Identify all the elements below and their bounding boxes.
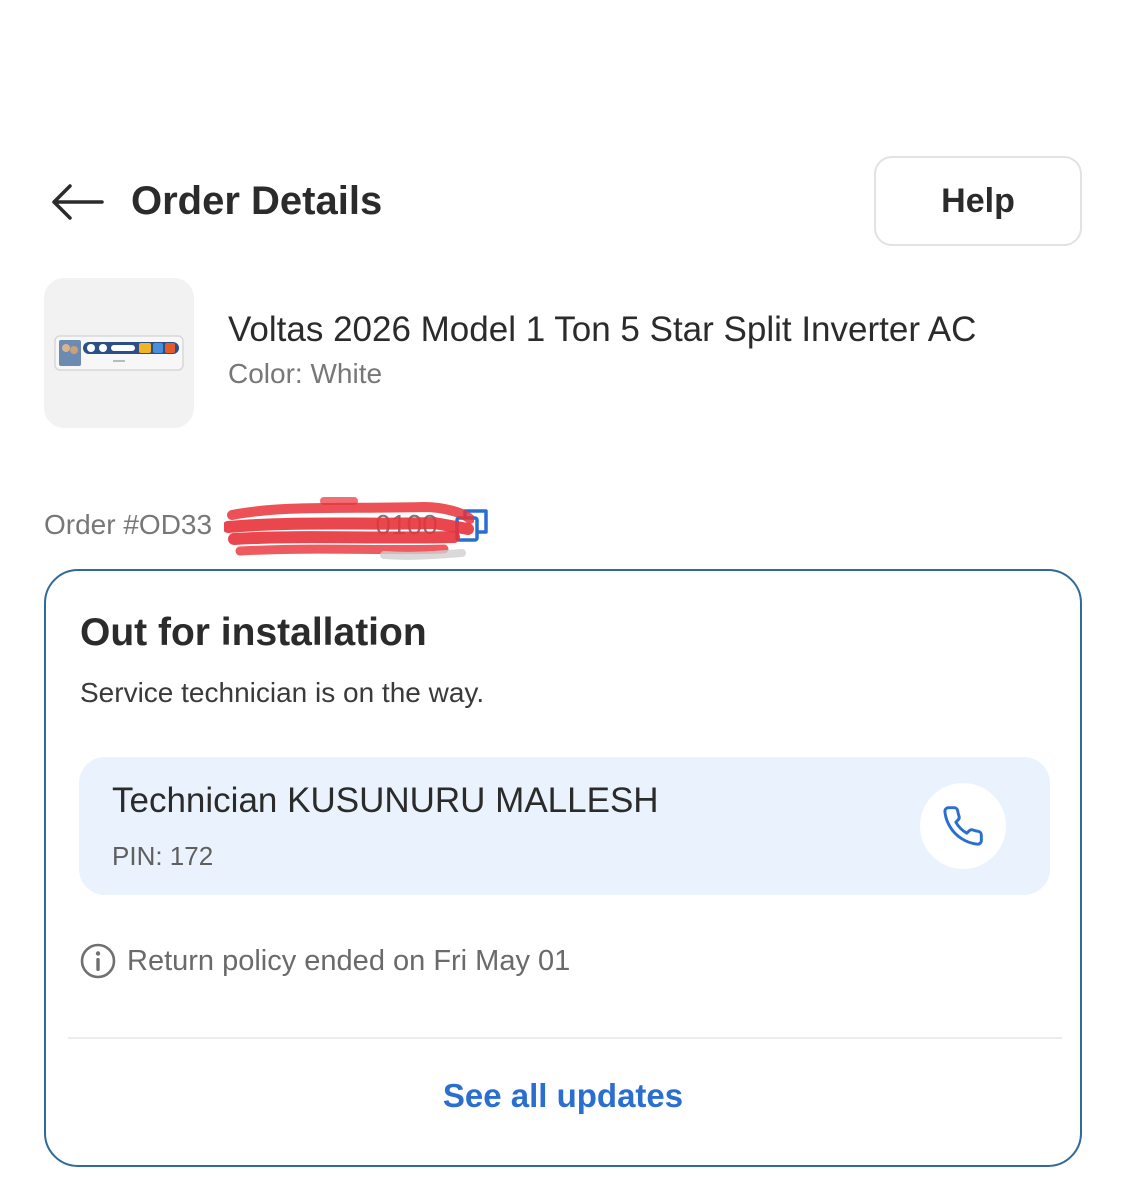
order-id-row: Order #OD33 0100 — [44, 497, 490, 560]
header-bar: Order Details Help — [0, 150, 1126, 250]
product-summary[interactable]: Voltas 2026 Model 1 Ton 5 Star Split Inv… — [44, 278, 1084, 428]
order-id: Order #OD33 0100 — [44, 497, 474, 560]
arrow-left-icon — [52, 184, 104, 220]
status-title: Out for installation — [80, 611, 427, 654]
order-status-card: Out for installation Service technician … — [44, 569, 1082, 1167]
technician-panel: Technician KUSUNURU MALLESH PIN: 172 — [79, 757, 1050, 895]
product-thumbnail[interactable] — [44, 278, 194, 428]
product-name[interactable]: Voltas 2026 Model 1 Ton 5 Star Split Inv… — [228, 310, 976, 350]
technician-name: Technician KUSUNURU MALLESH — [112, 781, 659, 820]
divider — [68, 1037, 1062, 1039]
air-conditioner-image — [54, 335, 184, 371]
see-all-updates-link[interactable]: See all updates — [46, 1077, 1080, 1115]
phone-icon — [943, 806, 983, 846]
call-technician-button[interactable] — [920, 783, 1006, 869]
status-subtitle: Service technician is on the way. — [80, 677, 485, 708]
return-policy-row: Return policy ended on Fri May 01 — [79, 941, 570, 981]
back-button[interactable] — [44, 178, 108, 226]
product-color: Color: White — [228, 358, 383, 389]
return-policy-text: Return policy ended on Fri May 01 — [127, 944, 571, 977]
info-icon — [80, 943, 116, 979]
page-title: Order Details — [131, 179, 383, 223]
redaction-scribble — [224, 497, 474, 560]
technician-pin: PIN: 172 — [112, 841, 214, 871]
help-button[interactable]: Help — [874, 156, 1082, 246]
